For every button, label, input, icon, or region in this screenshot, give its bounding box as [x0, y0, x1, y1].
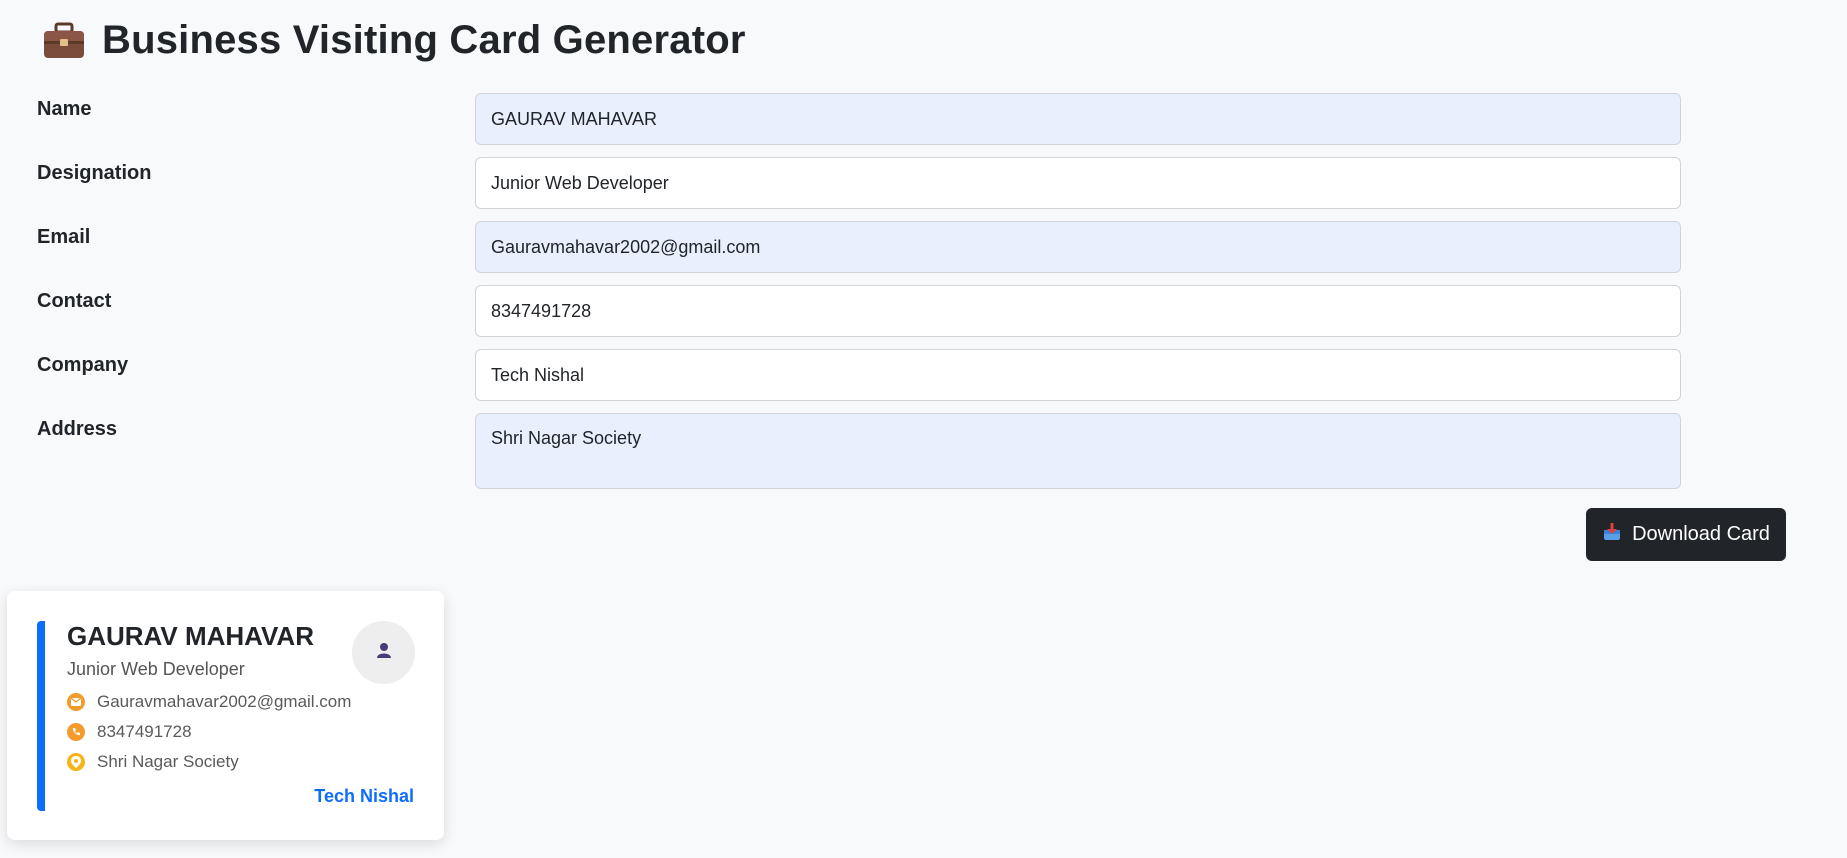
card-name: GAURAV MAHAVAR	[67, 621, 314, 651]
card-contact: 8347491728	[97, 722, 192, 741]
phone-icon	[67, 723, 85, 741]
contact-input[interactable]	[475, 285, 1681, 337]
card-address: Shri Nagar Society	[97, 752, 239, 771]
download-card-label: Download Card	[1632, 523, 1770, 545]
address-label: Address	[37, 418, 118, 440]
card-contact-line: 8347491728	[67, 722, 192, 742]
card-accent-bar	[37, 621, 45, 811]
name-label: Name	[37, 98, 92, 120]
page-header: Business Visiting Card Generator	[42, 18, 746, 63]
card-company: Tech Nishal	[314, 786, 414, 806]
email-label: Email	[37, 226, 91, 248]
card-email: Gauravmahavar2002@gmail.com	[97, 692, 352, 711]
person-icon	[375, 641, 393, 664]
envelope-icon	[67, 693, 85, 711]
card-avatar	[352, 621, 415, 684]
inbox-tray-icon	[1602, 522, 1622, 548]
location-pin-icon	[67, 753, 85, 771]
card-address-line: Shri Nagar Society	[67, 752, 239, 772]
designation-label: Designation	[37, 162, 152, 184]
email-input[interactable]	[475, 221, 1681, 273]
company-input[interactable]	[475, 349, 1681, 401]
contact-label: Contact	[37, 290, 112, 312]
company-label: Company	[37, 354, 129, 376]
card-email-line: Gauravmahavar2002@gmail.com	[67, 692, 351, 712]
download-card-button[interactable]: Download Card	[1586, 508, 1786, 561]
briefcase-icon	[42, 22, 86, 60]
name-input[interactable]	[475, 93, 1681, 145]
address-textarea[interactable]: Shri Nagar Society	[475, 413, 1681, 489]
page-title: Business Visiting Card Generator	[102, 18, 746, 62]
visiting-card-preview: GAURAV MAHAVAR Junior Web Developer Gaur…	[7, 591, 444, 840]
designation-input[interactable]	[475, 157, 1681, 209]
card-designation: Junior Web Developer	[67, 659, 245, 679]
